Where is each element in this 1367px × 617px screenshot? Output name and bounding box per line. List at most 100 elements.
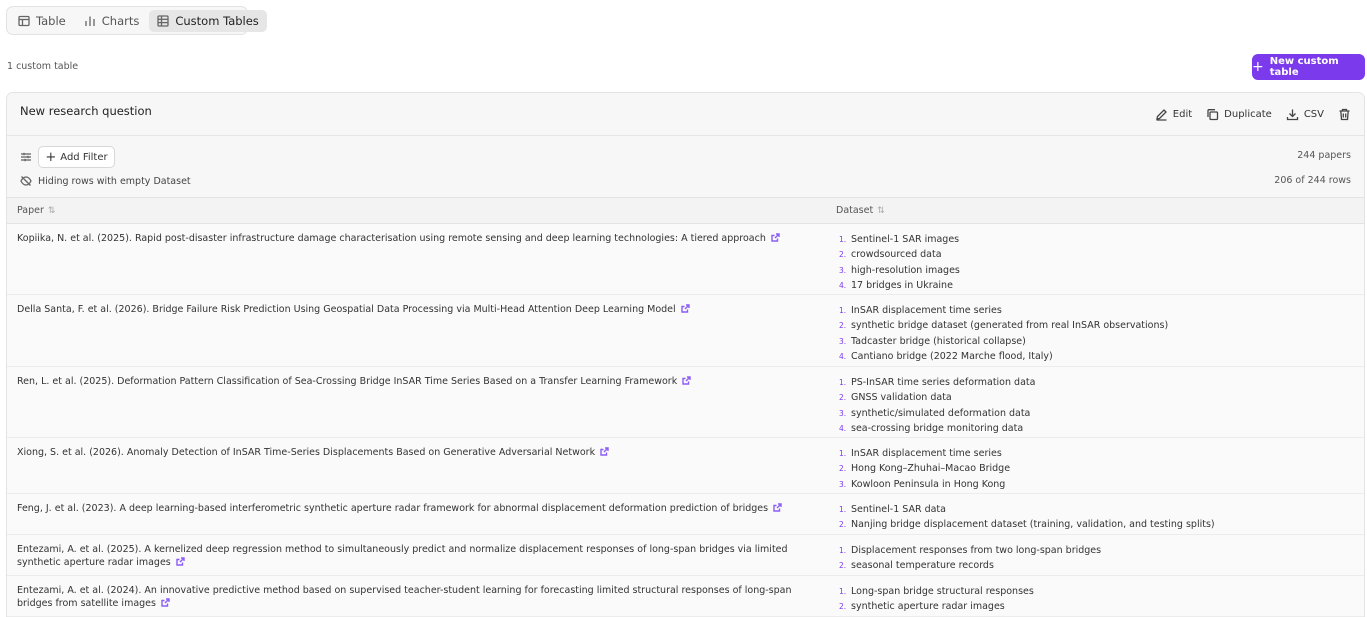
external-link-icon[interactable] [600, 447, 609, 460]
dataset-item-number: 4. [839, 280, 847, 290]
paper-cell: Kopiika, N. et al. (2025). Rapid post-di… [7, 224, 826, 294]
table-row[interactable]: Feng, J. et al. (2023). A deep learning-… [7, 494, 1364, 535]
csv-download-button[interactable]: CSV [1286, 108, 1324, 121]
external-link-icon[interactable] [680, 304, 690, 317]
table-row[interactable]: Xiong, S. et al. (2026). Anomaly Detecti… [7, 438, 1364, 494]
pencil-icon [1155, 108, 1167, 121]
table-row[interactable]: Kopiika, N. et al. (2025). Rapid post-di… [7, 224, 1364, 295]
dataset-item: 2. Hong Kong–Zhuhai–Macao Bridge [839, 461, 1010, 476]
paper-cell: Entezami, A. et al. (2024). An innovativ… [7, 576, 826, 616]
dataset-item: 1. Long-span bridge structural responses [839, 584, 1034, 599]
csv-label: CSV [1303, 108, 1324, 120]
dataset-item-number: 2. [839, 393, 847, 403]
dataset-item-number: 1. [839, 306, 847, 315]
dataset-item: 4. 17 bridges in Ukraine [839, 278, 960, 293]
duplicate-label: Duplicate [1224, 108, 1272, 120]
table-row[interactable]: Entezami, A. et al. (2024). An innovativ… [7, 576, 1364, 617]
paper-cell: Della Santa, F. et al. (2026). Bridge Fa… [7, 295, 826, 366]
dataset-item-label: Displacement responses from two long-spa… [851, 545, 1102, 556]
dataset-item: 3. Kowloon Peninsula in Hong Kong [839, 477, 1010, 492]
paper-cell: Feng, J. et al. (2023). A deep learning-… [7, 494, 826, 534]
dataset-item: 1. InSAR displacement time series [839, 446, 1010, 461]
external-link-icon[interactable] [682, 376, 691, 389]
table-row[interactable]: Entezami, A. et al. (2025). A kernelized… [7, 535, 1364, 576]
plus-icon: + [1252, 59, 1264, 75]
dataset-item-number: 1. [839, 587, 847, 596]
hiding-text: Hiding rows with empty Dataset [38, 175, 191, 187]
dataset-item-label: InSAR displacement time series [851, 448, 1002, 459]
external-link-icon[interactable] [773, 503, 782, 516]
dataset-item-number: 2. [839, 602, 847, 612]
dataset-item: 3. high-resolution images [839, 263, 960, 278]
tab-charts[interactable]: Charts [76, 10, 148, 32]
trash-icon [1339, 108, 1350, 120]
dataset-item-number: 4. [839, 423, 847, 433]
tab-custom-tables[interactable]: Custom Tables [149, 9, 267, 32]
dataset-item: 2. synthetic aperture radar images [839, 599, 1034, 614]
dataset-item-number: 2. [839, 520, 847, 530]
dataset-item: 3. Tadcaster bridge (historical collapse) [839, 334, 1168, 349]
dataset-item-number: 2. [839, 561, 847, 571]
external-link-icon[interactable] [771, 233, 780, 246]
column-header-dataset-label: Dataset [836, 205, 874, 216]
dataset-item: 2. synthetic bridge dataset (generated fr… [839, 318, 1168, 333]
tab-table[interactable]: Table [10, 10, 74, 32]
dataset-list: 1. InSAR displacement time series 2. synthe… [839, 303, 1168, 364]
dataset-item-label: 17 bridges in Ukraine [851, 279, 953, 291]
duplicate-button[interactable]: Duplicate [1206, 108, 1272, 121]
dataset-item-label: Nanjing bridge displacement dataset (tra… [851, 519, 1215, 531]
paper-citation: Kopiika, N. et al. (2025). Rapid post-di… [17, 233, 766, 244]
dataset-list: 1. PS-InSAR time series deformation data 2… [839, 375, 1035, 436]
dataset-list: 1. InSAR displacement time series 2. Hong K… [839, 446, 1010, 492]
paper-cell: Ren, L. et al. (2025). Deformation Patte… [7, 367, 826, 437]
dataset-item: 1. Sentinel-1 SAR images [839, 232, 960, 247]
dataset-item-number: 2. [839, 250, 847, 260]
hiding-empty-notice: Hiding rows with empty Dataset [20, 175, 191, 187]
delete-button[interactable] [1338, 108, 1351, 121]
dataset-item-number: 4. [839, 351, 847, 361]
column-header-paper[interactable]: Paper ⇅ [7, 205, 826, 216]
dataset-item: 1. PS-InSAR time series deformation data [839, 375, 1035, 390]
dataset-item-label: GNSS validation data [851, 392, 952, 404]
dataset-list: 1. Displacement responses from two long-s… [839, 543, 1101, 574]
grid-icon [157, 14, 170, 27]
dataset-cell: 1. Sentinel-1 SAR data 2. Nanjing bridge di… [826, 494, 1225, 534]
dataset-item-label: InSAR displacement time series [851, 305, 1002, 316]
filter-settings-icon[interactable] [20, 151, 32, 163]
external-link-icon[interactable] [161, 598, 170, 611]
add-filter-button[interactable]: + Add Filter [38, 146, 115, 168]
dataset-item-label: PS-InSAR time series deformation data [851, 377, 1036, 388]
copy-icon [1207, 108, 1219, 120]
add-filter-label: Add Filter [60, 151, 108, 163]
dataset-item-number: 3. [839, 265, 847, 275]
paper-citation: Feng, J. et al. (2023). A deep learning-… [17, 503, 769, 514]
dataset-item-label: sea-crossing bridge monitoring data [851, 422, 1024, 434]
dataset-cell: 1. InSAR displacement time series 2. Hong K… [826, 438, 1020, 493]
table-row[interactable]: Ren, L. et al. (2025). Deformation Patte… [7, 367, 1364, 438]
dataset-item: 3. synthetic/simulated deformation data [839, 406, 1035, 421]
sort-icon: ⇅ [47, 205, 56, 216]
dataset-item-label: seasonal temperature records [851, 560, 994, 572]
edit-button[interactable]: Edit [1155, 108, 1192, 121]
sort-icon: ⇅ [877, 205, 885, 216]
column-header-dataset[interactable]: Dataset ⇅ [826, 205, 885, 216]
dataset-item-label: synthetic bridge dataset (generated from… [851, 320, 1169, 332]
dataset-item-number: 1. [839, 546, 847, 555]
dataset-item-number: 1. [839, 235, 847, 244]
dataset-item-label: crowdsourced data [851, 249, 942, 261]
card-header: New research question Edit Duplicate CSV [7, 93, 1364, 136]
dataset-item-label: Cantiano bridge (2022 Marche flood, Ital… [851, 350, 1053, 362]
dataset-item: 1. Sentinel-1 SAR data [839, 502, 1215, 517]
table-row[interactable]: Della Santa, F. et al. (2026). Bridge Fa… [7, 295, 1364, 367]
dataset-item-number: 3. [839, 408, 847, 418]
dataset-list: 1. Sentinel-1 SAR images 2. crowdsourced da… [839, 232, 960, 293]
external-link-icon[interactable] [176, 557, 185, 570]
tab-charts-label: Charts [101, 13, 140, 28]
paper-citation: Xiong, S. et al. (2026). Anomaly Detecti… [17, 447, 596, 458]
tab-custom-tables-label: Custom Tables [175, 13, 259, 28]
paper-cell: Entezami, A. et al. (2025). A kernelized… [7, 535, 826, 575]
new-custom-table-button[interactable]: + New custom table [1252, 54, 1365, 80]
dataset-cell: 1. InSAR displacement time series 2. synthe… [826, 295, 1178, 366]
paper-citation: Della Santa, F. et al. (2026). Bridge Fa… [17, 304, 676, 315]
download-icon [1286, 109, 1298, 120]
